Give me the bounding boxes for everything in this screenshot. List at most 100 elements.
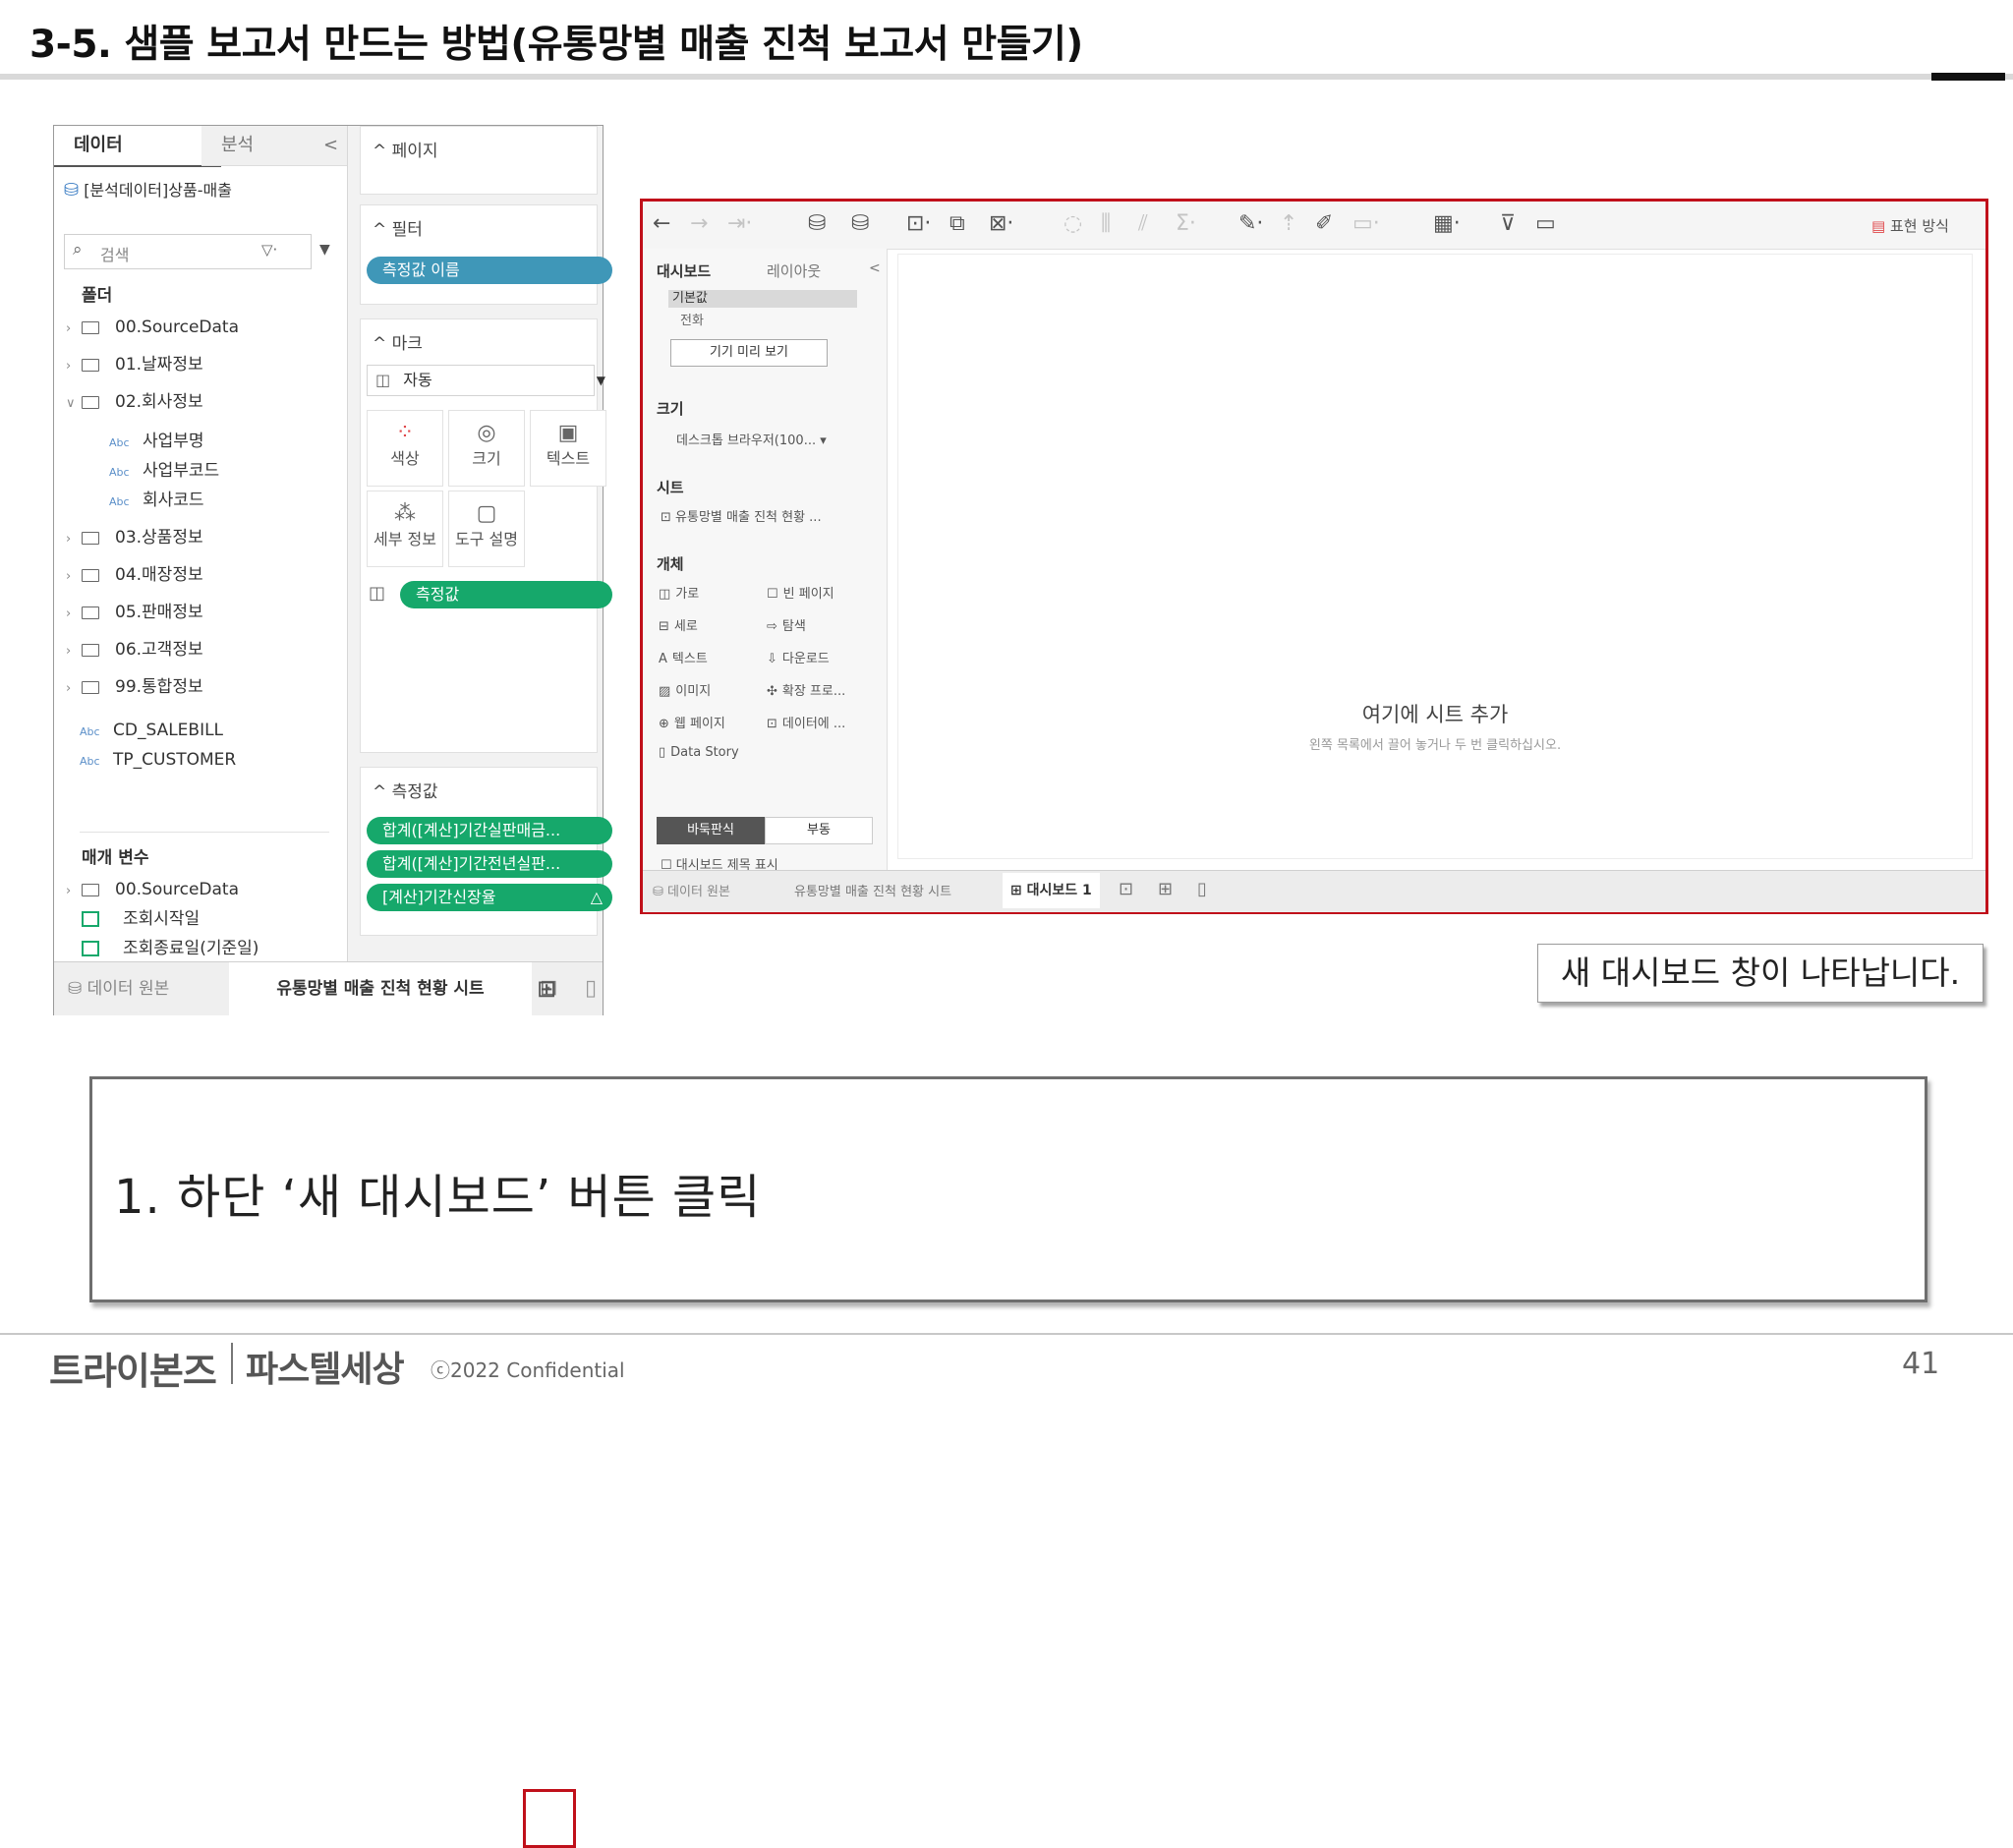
- sort-desc-icon[interactable]: ⫽: [1138, 211, 1148, 236]
- chevron-right-icon[interactable]: ›: [66, 352, 82, 381]
- device-phone[interactable]: 전화: [680, 310, 704, 328]
- object-web[interactable]: ⊕ 웹 페이지: [659, 713, 725, 731]
- mark-type-select[interactable]: ◫ 자동 ▼: [367, 365, 605, 396]
- dashboard-canvas[interactable]: 여기에 시트 추가 왼쪽 목록에서 끌어 놓거나 두 번 클릭하십시오.: [897, 254, 1973, 859]
- fit-icon[interactable]: ▭·: [1352, 211, 1380, 236]
- marks-pill-measure-values[interactable]: 측정값: [400, 581, 612, 608]
- sheet-list-item[interactable]: ⊡ 유통망별 매출 진척 현황 ...: [661, 506, 822, 525]
- floating-toggle[interactable]: 부동: [765, 817, 873, 844]
- tab-layout[interactable]: 레이아웃: [767, 260, 821, 281]
- chevron-right-icon[interactable]: ›: [66, 315, 82, 344]
- new-datasource-icon[interactable]: ⛁: [808, 211, 826, 236]
- chevron-down-icon[interactable]: ∨: [66, 389, 82, 419]
- tiled-toggle[interactable]: 바둑판식: [657, 817, 765, 844]
- color-button[interactable]: ⁘ 색상: [367, 410, 443, 487]
- parameter-item[interactable]: 조회시작일: [66, 904, 200, 934]
- new-story-icon[interactable]: ▯: [1197, 879, 1207, 899]
- totals-icon[interactable]: Σ·: [1176, 211, 1196, 236]
- object-image[interactable]: ▨ 이미지: [659, 680, 711, 699]
- object-extension[interactable]: ✣ 확장 프로...: [767, 680, 845, 699]
- object-label: 확장 프로...: [781, 684, 846, 699]
- chevron-right-icon[interactable]: ›: [66, 600, 82, 629]
- new-dashboard-button[interactable]: ⊞: [537, 962, 556, 1015]
- tree-folder[interactable]: ∨ 02.회사정보: [66, 387, 203, 417]
- device-preview-button[interactable]: 기기 미리 보기: [670, 339, 828, 367]
- text-button[interactable]: ▣ 텍스트: [530, 410, 606, 487]
- tree-folder[interactable]: › 04.매장정보: [66, 560, 203, 590]
- tooltip-toolbar-icon[interactable]: ⊽: [1500, 211, 1516, 236]
- object-blank[interactable]: ☐ 빈 페이지: [767, 583, 834, 602]
- measure-pill[interactable]: [계산]기간신장율 △: [367, 884, 612, 911]
- object-data[interactable]: ⊡ 데이터에 ...: [767, 713, 845, 731]
- measure-pill[interactable]: 합계([계산]기간전년실판...: [367, 850, 612, 878]
- tooltip-button[interactable]: ▢ 도구 설명: [448, 491, 525, 567]
- filters-card[interactable]: ^ 필터 측정값 이름: [360, 204, 612, 305]
- tree-folder[interactable]: › 99.통합정보: [66, 672, 203, 702]
- group-icon[interactable]: ⇡: [1280, 211, 1297, 236]
- new-dashboard-icon[interactable]: ⊞: [1158, 879, 1173, 899]
- title-divider-accent: [1931, 73, 2005, 81]
- tab-datasource[interactable]: ⛁ 데이터 원본: [653, 881, 730, 899]
- device-default[interactable]: 기본값: [668, 290, 857, 308]
- datasource-label[interactable]: ⛁ [분석데이터]상품-매출: [64, 177, 232, 201]
- tab-sheet[interactable]: 유통망별 매출 진척 현황 시트: [229, 962, 532, 1015]
- clear-sheet-icon[interactable]: ⊠·: [989, 211, 1013, 236]
- collapse-pane-icon[interactable]: <: [869, 260, 881, 276]
- chevron-right-icon[interactable]: ›: [66, 525, 82, 554]
- tab-data[interactable]: 데이터: [54, 126, 221, 167]
- labels-icon[interactable]: ✐: [1315, 211, 1333, 236]
- swap-icon[interactable]: ◌: [1064, 211, 1082, 236]
- page-number: 41: [1902, 1347, 1940, 1381]
- duplicate-icon[interactable]: ⧉: [949, 211, 965, 236]
- tree-field[interactable]: Abc 회사코드: [66, 486, 204, 515]
- filter-funnel-icon[interactable]: ▽·: [261, 241, 277, 259]
- pages-card[interactable]: ^ 페이지: [360, 126, 598, 195]
- tab-dashboard-1[interactable]: ⊞ 대시보드 1: [1003, 873, 1100, 908]
- tree-field[interactable]: Abc TP_CUSTOMER: [66, 745, 236, 775]
- tree-field[interactable]: Abc 사업부명: [66, 427, 204, 456]
- measure-pill[interactable]: 합계([계산]기간실판매금...: [367, 817, 612, 844]
- tab-datasource[interactable]: ⛁ 데이터 원본: [68, 962, 169, 1015]
- parameter-item[interactable]: 조회종료일(기준일): [66, 934, 259, 963]
- chevron-right-icon[interactable]: ›: [66, 562, 82, 592]
- collapse-pane-icon[interactable]: <: [323, 126, 343, 165]
- size-button[interactable]: ◎ 크기: [448, 410, 525, 487]
- highlight-icon[interactable]: ✎·: [1238, 211, 1263, 236]
- presentation-icon[interactable]: ▦·: [1433, 211, 1461, 236]
- device-preview-icon[interactable]: ▭: [1535, 211, 1556, 236]
- tab-dashboard[interactable]: 대시보드: [657, 260, 711, 281]
- redo-icon[interactable]: ⇥·: [727, 211, 752, 236]
- tree-folder[interactable]: › 05.판매정보: [66, 598, 203, 627]
- size-select[interactable]: 데스크톱 브라우저(100... ▾: [676, 430, 827, 448]
- mark-type-value: 자동: [403, 371, 432, 389]
- new-story-icon[interactable]: ▯: [585, 962, 597, 1015]
- pause-updates-icon[interactable]: ⛁: [851, 211, 869, 236]
- object-story[interactable]: ▯ Data Story: [659, 745, 739, 760]
- show-me-button[interactable]: ▤ 표현 방식: [1871, 215, 1949, 236]
- back-icon[interactable]: ←: [653, 211, 670, 236]
- chevron-right-icon[interactable]: ›: [66, 877, 82, 906]
- forward-icon[interactable]: →: [690, 211, 708, 236]
- detail-button[interactable]: ⁂ 세부 정보: [367, 491, 443, 567]
- object-vertical[interactable]: ⊟ 세로: [659, 615, 698, 634]
- sort-asc-icon[interactable]: ⫼: [1101, 211, 1111, 236]
- search-field[interactable]: ⌕ 검색 ▽·: [64, 234, 312, 269]
- tab-sheet[interactable]: 유통망별 매출 진척 현황 시트: [794, 881, 951, 899]
- object-text[interactable]: A 텍스트: [659, 648, 708, 666]
- new-worksheet-icon[interactable]: ⊡: [1119, 879, 1133, 899]
- object-navigation[interactable]: ⇨ 탐색: [767, 615, 806, 634]
- chevron-right-icon[interactable]: ›: [66, 674, 82, 704]
- tree-field[interactable]: Abc 사업부코드: [66, 456, 219, 486]
- new-sheet-icon[interactable]: ⊡·: [906, 211, 931, 236]
- tree-folder[interactable]: › 00.SourceData: [66, 313, 239, 342]
- tree-field[interactable]: Abc CD_SALEBILL: [66, 716, 223, 745]
- filter-pill-measure-names[interactable]: 측정값 이름: [367, 257, 612, 284]
- param-folder[interactable]: › 00.SourceData: [66, 875, 239, 904]
- chevron-right-icon[interactable]: ›: [66, 637, 82, 666]
- tree-folder[interactable]: › 06.고객정보: [66, 635, 203, 664]
- tree-folder[interactable]: › 03.상품정보: [66, 523, 203, 552]
- object-download[interactable]: ⇩ 다운로드: [767, 648, 830, 666]
- tree-folder[interactable]: › 01.날짜정보: [66, 350, 203, 379]
- menu-dropdown-icon[interactable]: ▼: [319, 242, 330, 258]
- object-horizontal[interactable]: ◫ 가로: [659, 583, 699, 602]
